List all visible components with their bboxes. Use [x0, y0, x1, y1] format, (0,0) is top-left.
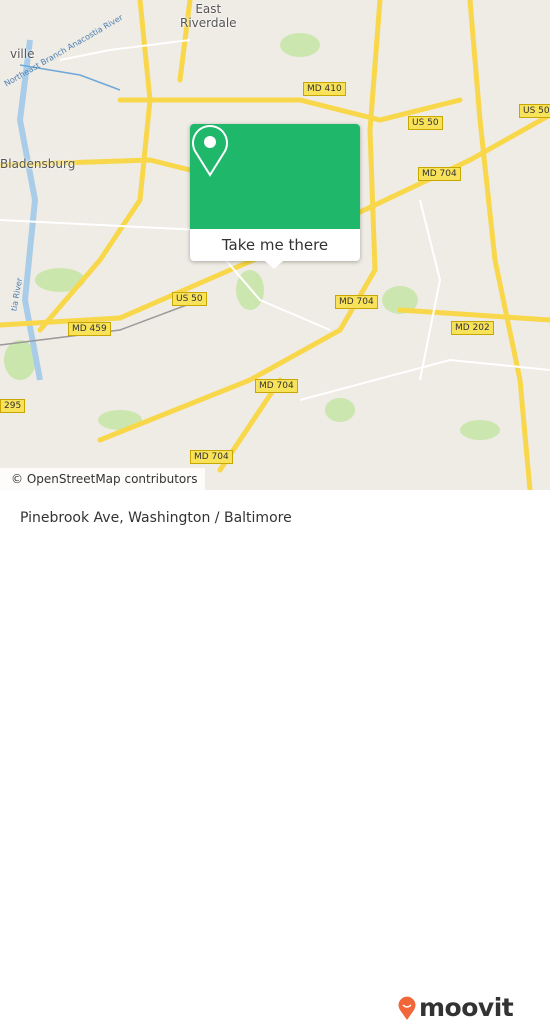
shield-md704: MD 704 — [335, 295, 378, 309]
place-east-riverdale: East Riverdale — [180, 2, 237, 30]
popup-pointer — [265, 261, 283, 269]
moovit-pin-icon — [398, 996, 416, 1020]
place-hyattsville: ville — [10, 47, 35, 61]
shield-md704: MD 704 — [255, 379, 298, 393]
take-me-there-button[interactable]: Take me there — [190, 229, 360, 261]
location-title: Pinebrook Ave, Washington / Baltimore — [20, 510, 292, 526]
shield-md704: MD 704 — [190, 450, 233, 464]
location-popup: Take me there — [190, 124, 360, 269]
shield-md202: MD 202 — [451, 321, 494, 335]
map-pin-icon — [192, 125, 228, 177]
shield-md410: MD 410 — [303, 82, 346, 96]
shield-md459: MD 459 — [68, 322, 111, 336]
place-bladensburg: Bladensburg — [0, 157, 76, 171]
shield-us50: US 50 — [408, 116, 443, 130]
map[interactable]: East Riverdale Bladensburg ville Northea… — [0, 0, 550, 490]
footer: Pinebrook Ave, Washington / Baltimore mo… — [0, 490, 550, 1022]
shield-us50: US 50 — [519, 104, 550, 118]
attribution[interactable]: © OpenStreetMap contributors — [0, 468, 205, 490]
popup-header — [190, 124, 360, 229]
shield-295: 295 — [0, 399, 26, 413]
shield-us50: US 50 — [172, 292, 207, 306]
shield-md704: MD 704 — [418, 167, 461, 181]
moovit-logo[interactable]: moovit — [398, 993, 514, 1022]
logo-text: moovit — [419, 993, 514, 1022]
